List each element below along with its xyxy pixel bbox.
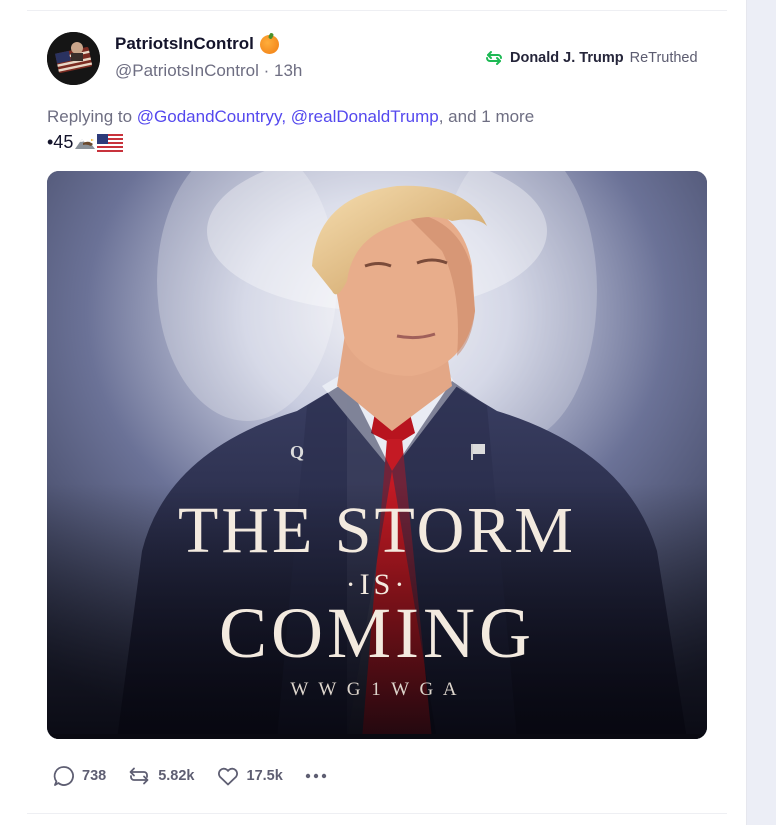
- orange-fruit-icon: [259, 34, 279, 54]
- lapel-pin-text: Q: [290, 442, 304, 462]
- post-actions: 738 5.82k 17.5k: [52, 762, 349, 790]
- retruth-icon: [486, 51, 502, 65]
- retruth-button[interactable]: 5.82k: [126, 764, 195, 788]
- poster-tagline: W W G 1 W G A: [290, 679, 459, 700]
- retruth-label: ReTruthed: [629, 50, 698, 66]
- user-handle[interactable]: @PatriotsInControl: [115, 61, 259, 80]
- retruth-count: 5.82k: [158, 768, 195, 784]
- post-text: •45: [47, 132, 74, 152]
- post-time[interactable]: 13h: [274, 61, 302, 80]
- retruth-icon: [129, 767, 149, 785]
- divider: [27, 813, 727, 814]
- divider: [27, 10, 727, 11]
- replying-to: Replying to @GodandCountryy, @realDonald…: [47, 107, 534, 127]
- us-flag-emoji-icon: [97, 133, 124, 152]
- mention-godandcountryy[interactable]: @GodandCountryy: [137, 107, 282, 126]
- post-body: •45: [47, 132, 124, 153]
- heart-icon: [217, 767, 238, 786]
- like-count: 17.5k: [246, 768, 283, 784]
- storm-poster-image: Q THE STORM ·IS· COMING W W G 1 W G A: [47, 171, 707, 739]
- avatar[interactable]: [47, 32, 100, 85]
- display-name-text[interactable]: PatriotsInControl: [115, 34, 254, 54]
- handle-and-time: @PatriotsInControl · 13h: [115, 61, 302, 81]
- comment-bubble-icon: [53, 766, 74, 786]
- retruth-author[interactable]: Donald J. Trump: [510, 50, 624, 66]
- post-card[interactable]: PatriotsInControl @PatriotsInControl · 1…: [0, 0, 747, 825]
- more-dots-icon: [305, 773, 326, 779]
- more-options-button[interactable]: [303, 764, 329, 788]
- retruth-indicator: Donald J. Trump ReTruthed: [484, 49, 698, 67]
- time-separator: ·: [258, 61, 274, 80]
- like-button[interactable]: 17.5k: [215, 764, 283, 788]
- poster-title-line-3: COMING: [219, 593, 535, 673]
- mention-separator: ,: [281, 107, 291, 126]
- display-name[interactable]: PatriotsInControl: [115, 34, 279, 54]
- poster-title-line-1: THE STORM: [178, 494, 576, 567]
- avatar-image: [47, 32, 100, 85]
- post-image[interactable]: Q THE STORM ·IS· COMING W W G 1 W G A: [47, 171, 707, 739]
- eagle-emoji-icon: [75, 135, 96, 149]
- replying-to-prefix: Replying to: [47, 107, 137, 126]
- reply-count: 738: [82, 768, 107, 784]
- page-background-gutter: [747, 0, 776, 825]
- replying-to-suffix[interactable]: , and 1 more: [439, 107, 534, 126]
- reply-button[interactable]: 738: [52, 764, 106, 788]
- mention-realdonaldtrump[interactable]: @realDonaldTrump: [291, 107, 439, 126]
